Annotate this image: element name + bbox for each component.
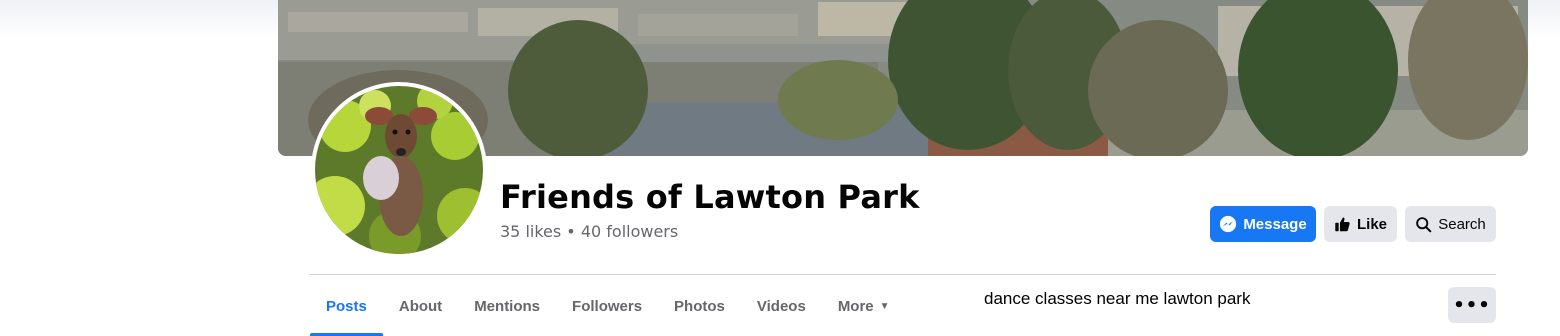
message-button-label: Message bbox=[1243, 215, 1307, 233]
search-query-overlay: dance classes near me lawton park bbox=[984, 289, 1251, 308]
tab-videos[interactable]: Videos bbox=[741, 276, 822, 336]
tabs-divider bbox=[310, 274, 1496, 275]
tab-label: Mentions bbox=[474, 297, 541, 315]
page-tabs: Posts About Mentions Followers Photos Vi… bbox=[310, 276, 906, 336]
page-profile-picture[interactable] bbox=[311, 82, 487, 258]
tab-label: More bbox=[837, 297, 874, 315]
messenger-icon bbox=[1219, 215, 1237, 233]
search-icon bbox=[1415, 216, 1432, 233]
tab-more[interactable]: More ▼ bbox=[822, 276, 906, 336]
page-title: Friends of Lawton Park bbox=[500, 178, 920, 216]
thumbs-up-icon bbox=[1334, 216, 1351, 233]
tab-label: Followers bbox=[572, 297, 643, 315]
search-button-label: Search bbox=[1438, 215, 1486, 233]
like-button[interactable]: Like bbox=[1324, 206, 1397, 242]
caret-down-icon: ▼ bbox=[879, 300, 890, 312]
tab-about[interactable]: About bbox=[383, 276, 458, 336]
tab-photos[interactable]: Photos bbox=[658, 276, 741, 336]
message-button[interactable]: Message bbox=[1210, 206, 1316, 242]
like-button-label: Like bbox=[1356, 215, 1387, 233]
page-stats[interactable]: 35 likes • 40 followers bbox=[500, 222, 678, 241]
search-button[interactable]: Search bbox=[1405, 206, 1496, 242]
tab-mentions[interactable]: Mentions bbox=[458, 276, 556, 336]
tab-label: About bbox=[398, 297, 443, 315]
tab-followers[interactable]: Followers bbox=[556, 276, 658, 336]
tab-label: Posts bbox=[326, 297, 367, 315]
tab-label: Photos bbox=[674, 297, 725, 315]
tab-label: Videos bbox=[756, 297, 806, 315]
more-options-button[interactable]: ••• bbox=[1448, 287, 1496, 323]
ellipsis-icon: ••• bbox=[1453, 294, 1491, 316]
tab-posts[interactable]: Posts bbox=[310, 276, 383, 336]
